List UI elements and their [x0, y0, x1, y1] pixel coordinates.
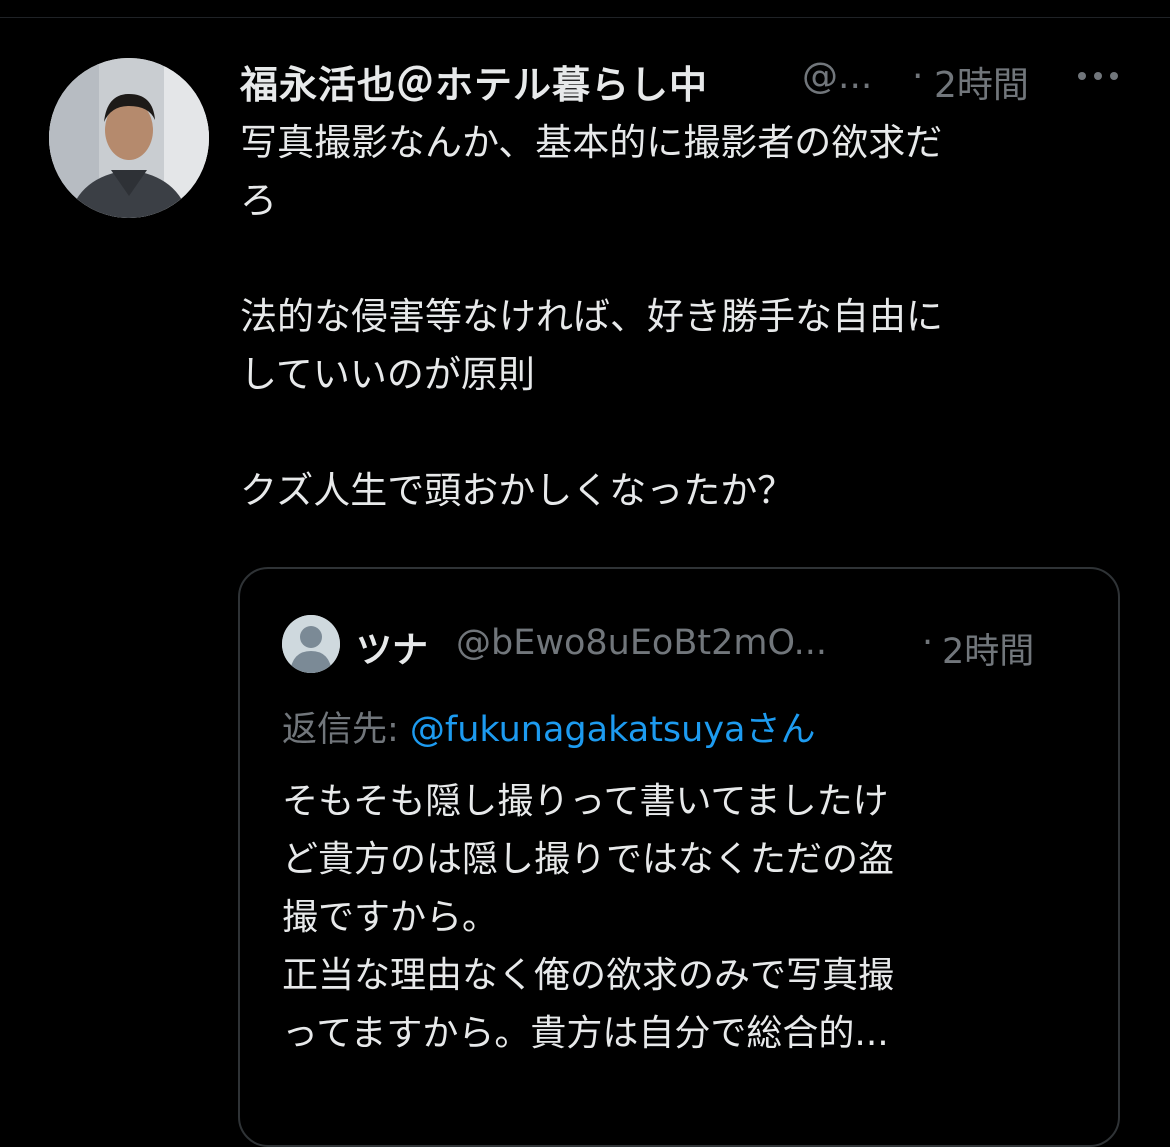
quoted-author-handle[interactable]: @bEwo8uEoBt2mO... — [456, 623, 827, 663]
tweet-timestamp[interactable]: 2時間 — [934, 56, 1029, 108]
tweet-text: 写真撮影なんか、基本的に撮影者の欲求だ ろ 法的な侵害等なければ、好き勝手な自由… — [240, 121, 943, 512]
author-display-name[interactable]: 福永活也＠ホテル暮らし中 — [240, 54, 708, 109]
quoted-tweet-timestamp[interactable]: 2時間 — [942, 623, 1034, 674]
more-horizontal-icon[interactable] — [1076, 70, 1120, 82]
quoted-author-avatar[interactable] — [282, 615, 340, 673]
author-handle[interactable]: @... — [802, 56, 872, 97]
reply-to-line: 返信先: @fukunagakatsuyaさん — [282, 701, 816, 752]
quoted-tweet-text: そもそも隠し撮りって書いてましたけ ど貴方のは隠し撮りではなくただの盗 撮ですか… — [282, 781, 895, 1054]
default-profile-icon — [282, 615, 340, 673]
quoted-tweet-header: ツナ @bEwo8uEoBt2mO... · 2時間 — [282, 615, 1102, 675]
reply-mention-link[interactable]: @fukunagakatsuya — [410, 710, 746, 750]
header-separator: · — [912, 56, 924, 97]
quoted-author-display-name[interactable]: ツナ — [356, 621, 428, 673]
quoted-header-separator: · — [922, 623, 934, 663]
tweet-body: 福永活也＠ホテル暮らし中 @... · 2時間 写真撮影なんか、基本的に撮影者の… — [240, 40, 1130, 520]
quoted-tweet-card[interactable]: ツナ @bEwo8uEoBt2mO... · 2時間 返信先: @fukunag… — [238, 567, 1120, 1147]
tweet-header: 福永活也＠ホテル暮らし中 @... · 2時間 — [240, 40, 1130, 114]
author-avatar[interactable] — [49, 58, 209, 218]
avatar-photo — [49, 58, 209, 218]
top-divider — [0, 17, 1170, 18]
reply-honorific: さん — [745, 710, 816, 750]
reply-to-label: 返信先: — [282, 710, 410, 750]
